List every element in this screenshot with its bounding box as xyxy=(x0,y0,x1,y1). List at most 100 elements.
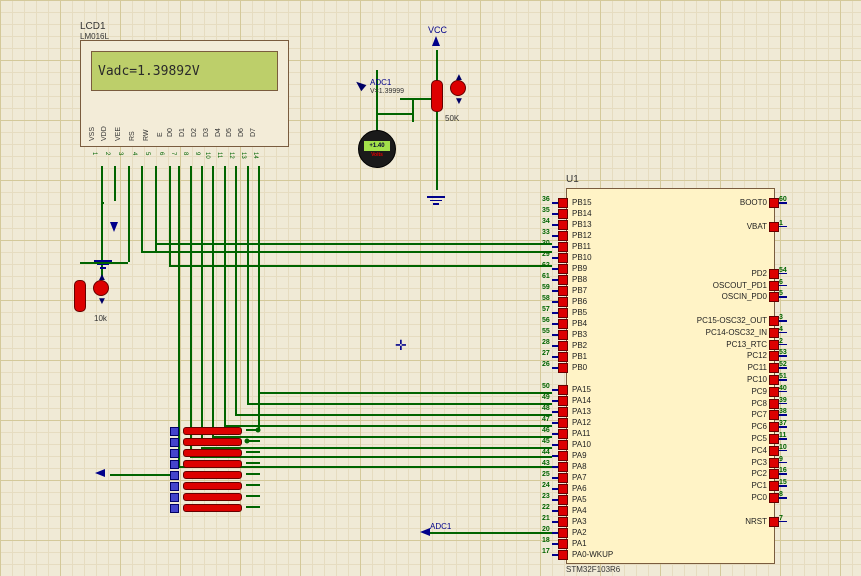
pin-terminal[interactable] xyxy=(769,328,779,338)
pin-terminal[interactable] xyxy=(558,429,568,439)
pin-terminal[interactable] xyxy=(558,308,568,318)
resistor-pack[interactable] xyxy=(170,426,246,518)
mcu-pin-label: PC2 xyxy=(751,469,767,478)
pin-terminal[interactable] xyxy=(769,351,779,361)
potentiometer-50k[interactable] xyxy=(431,80,443,112)
pot-up-icon[interactable]: ▲ xyxy=(454,72,464,83)
pot-down-icon[interactable]: ▼ xyxy=(97,296,107,307)
pin-terminal[interactable] xyxy=(558,275,568,285)
resistor-row xyxy=(170,437,246,447)
pin-terminal[interactable] xyxy=(558,484,568,494)
pin-terminal[interactable] xyxy=(769,458,779,468)
wire xyxy=(246,495,260,497)
mcu-pin-label: PB14 xyxy=(572,209,592,218)
pin-terminal[interactable] xyxy=(558,462,568,472)
pin-terminal[interactable] xyxy=(558,396,568,406)
pot10k-value: 10k xyxy=(94,314,107,323)
vcc-label: VCC xyxy=(428,25,447,35)
wire xyxy=(258,392,260,430)
lcd-pin-num: 10 xyxy=(204,152,210,159)
pin-terminal[interactable] xyxy=(769,387,779,397)
lcd-pin-num: 3 xyxy=(117,152,123,155)
pin-terminal[interactable] xyxy=(558,286,568,296)
pin-terminal[interactable] xyxy=(558,209,568,219)
mcu-pin-label: PA14 xyxy=(572,396,591,405)
pin-terminal[interactable] xyxy=(769,363,779,373)
mcu-chip[interactable] xyxy=(566,188,775,564)
pin-terminal[interactable] xyxy=(558,451,568,461)
pot-down-icon[interactable]: ▼ xyxy=(454,96,464,107)
mcu-pin-label: PC15-OSC32_OUT xyxy=(697,316,767,325)
mcu-pin-label: PD2 xyxy=(751,269,767,278)
pin-terminal[interactable] xyxy=(769,493,779,503)
pin-terminal[interactable] xyxy=(769,410,779,420)
pin-terminal[interactable] xyxy=(769,222,779,232)
mcu-pin-label: PA9 xyxy=(572,451,587,460)
resistor-row xyxy=(170,459,246,469)
lcd-pin-label: D6 xyxy=(238,128,245,137)
pin-terminal[interactable] xyxy=(558,440,568,450)
pin-terminal[interactable] xyxy=(558,550,568,560)
pin-terminal[interactable] xyxy=(558,330,568,340)
pin-terminal[interactable] xyxy=(558,198,568,208)
lcd-pin-label: D7 xyxy=(250,128,257,137)
pin-terminal[interactable] xyxy=(769,198,779,208)
pin-terminal[interactable] xyxy=(558,528,568,538)
pin-terminal[interactable] xyxy=(558,253,568,263)
potentiometer-10k[interactable] xyxy=(74,280,86,312)
lcd-pin-num: 5 xyxy=(144,152,150,155)
pin-terminal[interactable] xyxy=(558,220,568,230)
pin-terminal[interactable] xyxy=(769,446,779,456)
pin-terminal[interactable] xyxy=(558,319,568,329)
pin-terminal[interactable] xyxy=(558,517,568,527)
pin-terminal[interactable] xyxy=(769,292,779,302)
wire xyxy=(190,166,192,456)
mcu-pin-num: 48 xyxy=(542,405,550,412)
pin-terminal[interactable] xyxy=(558,242,568,252)
pin-terminal[interactable] xyxy=(769,434,779,444)
mcu-pin-num: 47 xyxy=(542,416,550,423)
mcu-pin-label: PA13 xyxy=(572,407,591,416)
voltmeter[interactable]: +1.40 Volts xyxy=(358,130,396,168)
pin-terminal[interactable] xyxy=(558,352,568,362)
wire xyxy=(141,166,143,252)
mcu-pin-label: PB9 xyxy=(572,264,587,273)
pin-terminal[interactable] xyxy=(558,407,568,417)
mcu-pin-label: PC3 xyxy=(751,458,767,467)
pot-up-icon[interactable]: ▲ xyxy=(97,272,107,283)
lcd-pin-label: RW xyxy=(143,129,150,141)
pin-terminal[interactable] xyxy=(558,341,568,351)
pin-terminal[interactable] xyxy=(769,316,779,326)
pin-terminal[interactable] xyxy=(769,517,779,527)
mcu-pin-label: PA11 xyxy=(572,429,590,438)
pin-terminal[interactable] xyxy=(558,231,568,241)
pin-terminal[interactable] xyxy=(558,363,568,373)
mcu-pin-label: PC13_RTC xyxy=(726,340,767,349)
pin-terminal[interactable] xyxy=(769,399,779,409)
mcu-pin-label: PB5 xyxy=(572,308,587,317)
pin-terminal[interactable] xyxy=(769,375,779,385)
wire xyxy=(155,166,157,252)
gnd-icon xyxy=(427,196,445,205)
mcu-pin-label: PC9 xyxy=(751,387,767,396)
pin-terminal[interactable] xyxy=(558,264,568,274)
pin-terminal[interactable] xyxy=(769,340,779,350)
wire xyxy=(114,166,116,201)
pin-terminal[interactable] xyxy=(769,269,779,279)
pin-terminal[interactable] xyxy=(558,418,568,428)
resistor-row xyxy=(170,426,246,436)
pin-terminal[interactable] xyxy=(558,385,568,395)
pin-terminal[interactable] xyxy=(558,297,568,307)
pin-terminal[interactable] xyxy=(558,539,568,549)
mcu-pin-label: PB4 xyxy=(572,319,587,328)
pin-terminal[interactable] xyxy=(769,281,779,291)
pin-terminal[interactable] xyxy=(558,506,568,516)
mcu-pin-num: 35 xyxy=(542,207,550,214)
pin-terminal[interactable] xyxy=(558,495,568,505)
pin-terminal[interactable] xyxy=(558,473,568,483)
pin-terminal[interactable] xyxy=(769,422,779,432)
resistor-row xyxy=(170,481,246,491)
pin-terminal[interactable] xyxy=(769,481,779,491)
pin-terminal[interactable] xyxy=(769,469,779,479)
voltmeter-unit: Volts xyxy=(371,152,383,158)
